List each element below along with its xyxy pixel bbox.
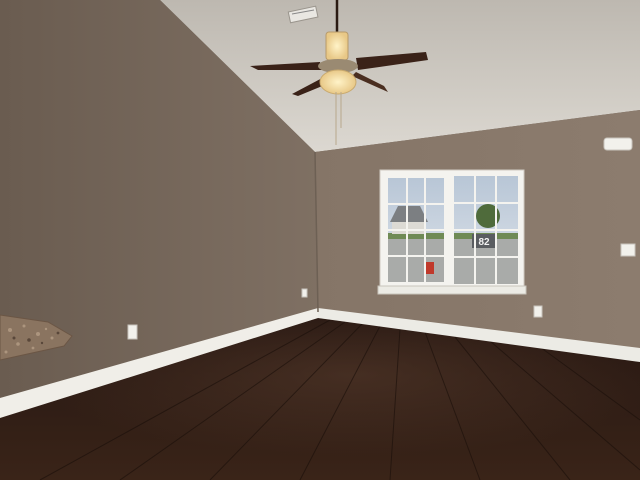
wall-sensor [603,137,633,151]
window: 82 [377,169,527,295]
window-mullion [444,172,454,288]
outlet-right [533,305,543,318]
fan-light-globe [319,69,357,95]
light-switch [620,243,636,257]
outlet-corner [301,288,308,298]
room-illustration: 82 [0,0,640,480]
outlet-left [127,324,138,340]
sign-number: 82 [478,237,490,248]
room-photo: 82 [0,0,640,480]
red-yard-sign [425,262,434,274]
window-sill [377,285,527,295]
street [388,238,444,282]
fan-light-upper [325,31,349,61]
house [392,222,426,234]
